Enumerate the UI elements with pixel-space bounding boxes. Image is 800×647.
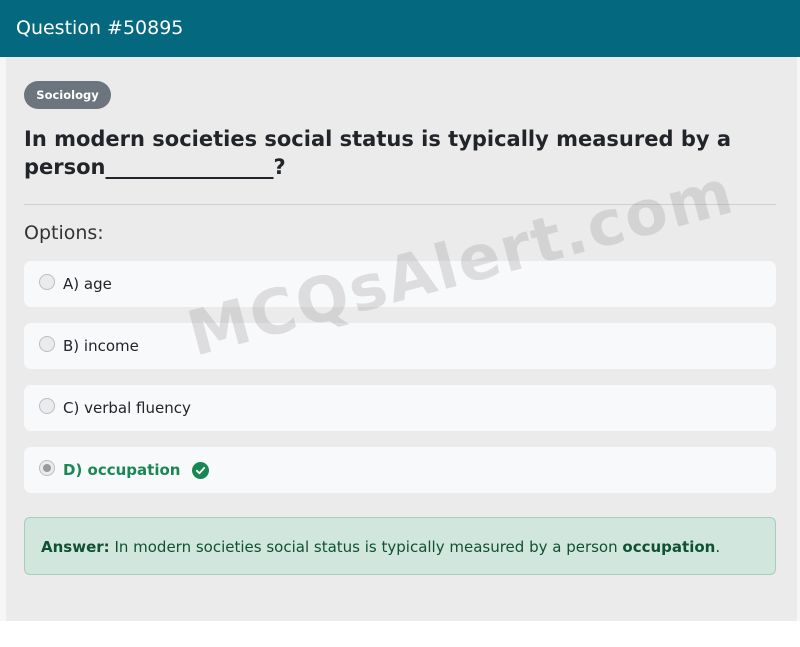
option-b-radio[interactable] bbox=[39, 336, 55, 352]
question-number-title: Question #50895 bbox=[16, 17, 184, 39]
option-c-radio[interactable] bbox=[39, 398, 55, 414]
answer-prefix: Answer: bbox=[41, 538, 110, 556]
option-d-label: D) occupation bbox=[63, 461, 181, 479]
question-header: Question #50895 bbox=[0, 0, 800, 57]
answer-sentence: In modern societies social status is typ… bbox=[114, 538, 618, 556]
option-d-radio[interactable] bbox=[39, 460, 55, 476]
answer-alert: Answer: In modern societies social statu… bbox=[24, 517, 776, 575]
check-circle-icon bbox=[192, 461, 210, 479]
option-b[interactable]: B) income bbox=[24, 323, 776, 369]
options-label: Options: bbox=[24, 222, 104, 244]
option-a[interactable]: A) age bbox=[24, 261, 776, 307]
answer-word: occupation bbox=[622, 538, 716, 556]
option-c[interactable]: C) verbal fluency bbox=[24, 385, 776, 431]
category-badge[interactable]: Sociology bbox=[24, 81, 111, 109]
option-b-label: B) income bbox=[63, 337, 139, 355]
option-c-label: C) verbal fluency bbox=[63, 399, 191, 417]
question-text: In modern societies social status is typ… bbox=[24, 127, 732, 179]
option-a-label: A) age bbox=[63, 275, 112, 293]
option-d[interactable]: D) occupation bbox=[24, 447, 776, 493]
divider bbox=[24, 204, 776, 205]
option-a-radio[interactable] bbox=[39, 274, 55, 290]
answer-suffix: . bbox=[715, 538, 721, 556]
